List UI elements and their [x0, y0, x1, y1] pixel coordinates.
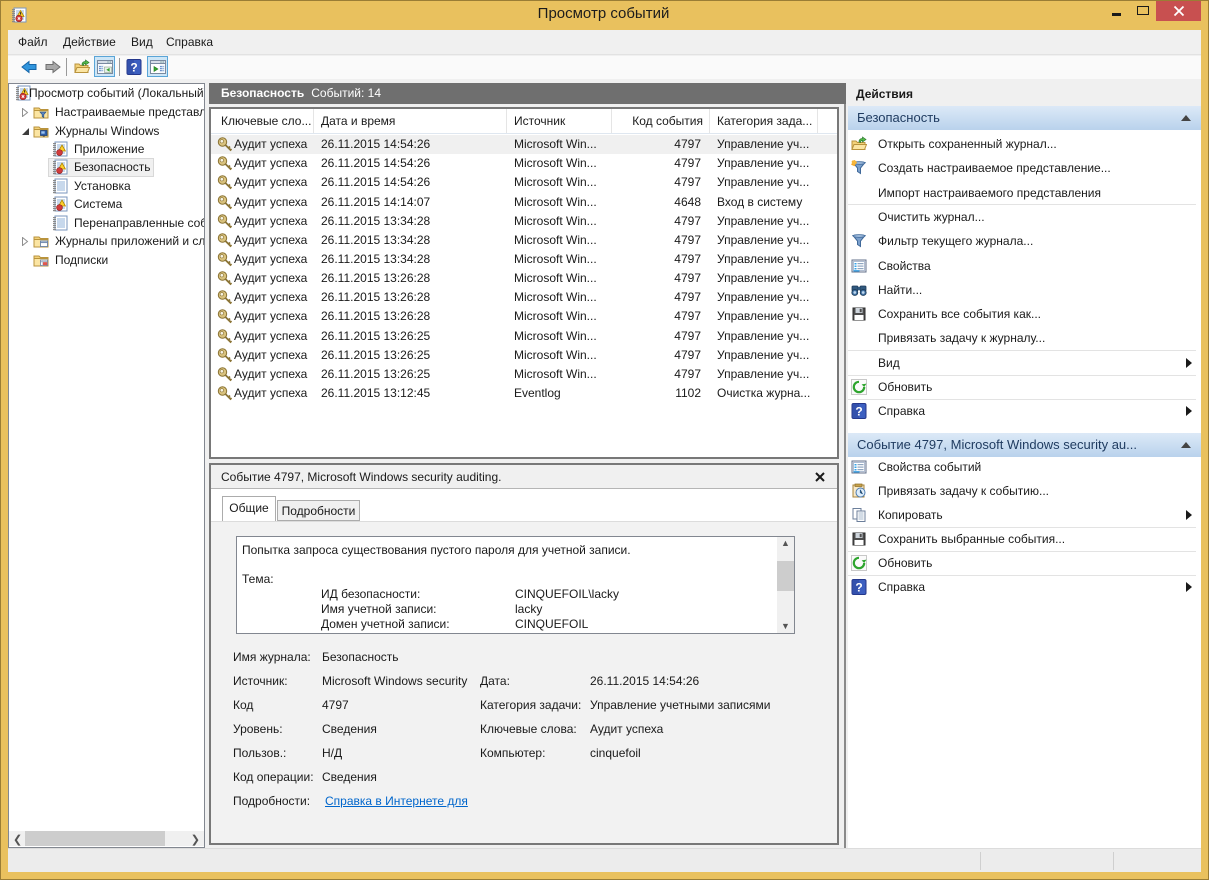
svg-text:?: ?	[855, 581, 862, 595]
svg-text:?: ?	[855, 405, 862, 419]
svg-text:?: ?	[130, 61, 137, 75]
